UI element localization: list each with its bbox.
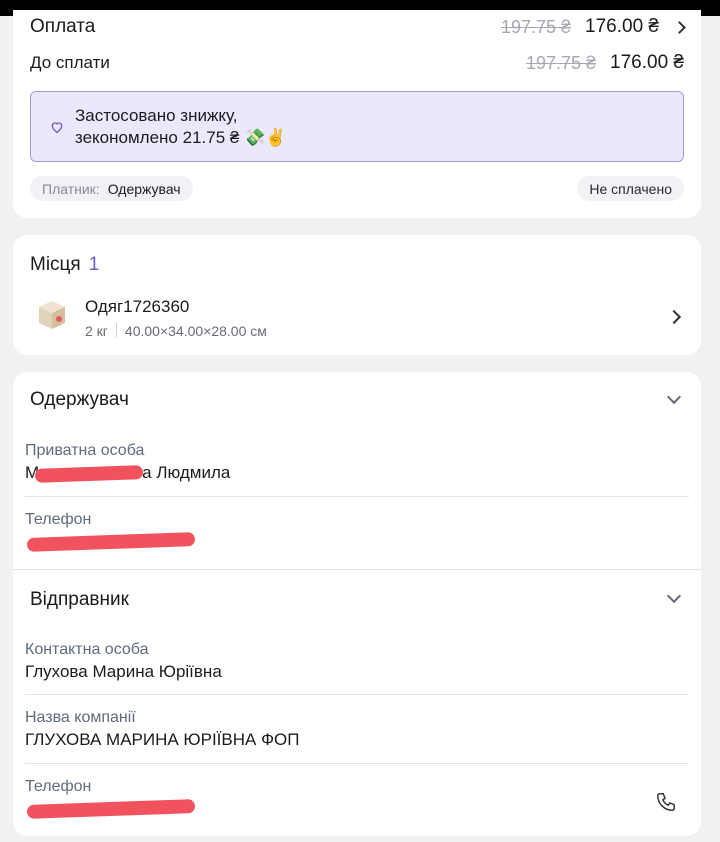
payer-label: Платник: xyxy=(42,180,100,197)
sender-company-label: Назва компанії xyxy=(25,709,136,726)
places-header: Місця 1 xyxy=(30,254,99,276)
heart-icon xyxy=(51,121,63,133)
redaction-mark xyxy=(34,465,144,483)
discount-banner: Застосовано знижку, зекономлено 21.75 ₴ … xyxy=(30,91,684,162)
divider xyxy=(25,694,689,695)
payment-title: Оплата xyxy=(30,16,96,37)
chevron-right-icon[interactable] xyxy=(673,20,686,34)
chevron-down-icon[interactable] xyxy=(666,588,682,604)
recipient-type-label: Приватна особа xyxy=(25,442,145,459)
recipient-phone-field: Телефон xyxy=(25,511,689,552)
due-row: До сплати 197.75 ₴ 176.00 ₴ xyxy=(30,52,684,74)
payment-status-badge: Не сплачено xyxy=(577,176,684,201)
parcel-item[interactable]: Одяг1726360 2 кг 40.00×34.00×28.00 см xyxy=(37,297,267,339)
sender-contact-field: Контактна особа Глухова Марина Юріївна xyxy=(25,641,689,682)
sender-company-value: ГЛУХОВА МАРИНА ЮРІЇВНА ФОП xyxy=(25,730,300,749)
discount-line-1: Застосовано знижку, xyxy=(75,105,238,125)
parcel-dimensions: 40.00×34.00×28.00 см xyxy=(124,323,267,339)
sender-company-field: Назва компанії ГЛУХОВА МАРИНА ЮРІЇВНА ФО… xyxy=(25,709,689,750)
divider xyxy=(25,496,689,497)
meta-divider xyxy=(115,323,117,337)
sender-contact-value: Глухова Марина Юріївна xyxy=(25,662,222,681)
chevron-down-icon[interactable] xyxy=(666,389,682,405)
sender-phone-value xyxy=(25,799,689,819)
recipient-name-visible: а Людмила xyxy=(142,463,231,482)
redaction-mark xyxy=(26,532,196,552)
chevron-right-icon[interactable] xyxy=(666,309,682,325)
recipient-phone-value xyxy=(25,532,689,552)
payment-new-amount: 176.00 ₴ xyxy=(585,16,659,37)
recipient-phone-label: Телефон xyxy=(25,511,92,528)
contacts-card: Одержувач Приватна особа Ма Людмила Теле… xyxy=(13,372,701,836)
due-old-amount: 197.75 ₴ xyxy=(525,52,597,73)
discount-line-2: зекономлено 21.75 ₴ 💸✌️ xyxy=(75,127,287,147)
recipient-person-field: Приватна особа Ма Людмила xyxy=(25,442,689,483)
places-title: Місця xyxy=(30,254,81,275)
divider xyxy=(25,763,689,764)
due-title: До сплати xyxy=(30,53,110,72)
payer-chip: Платник: Одержувач xyxy=(30,176,193,201)
places-count: 1 xyxy=(88,254,100,275)
parcel-name: Одяг1726360 xyxy=(85,297,190,316)
parcel-weight: 2 кг xyxy=(85,323,108,339)
places-card: Місця 1 Одяг1726360 2 кг 40.00×34.00×28.… xyxy=(13,235,701,355)
phone-icon[interactable] xyxy=(655,791,677,813)
sender-phone-field: Телефон xyxy=(25,778,689,819)
payer-value: Одержувач xyxy=(107,180,181,197)
section-divider xyxy=(13,569,701,570)
recipient-title: Одержувач xyxy=(30,389,129,410)
payment-card: Оплата 197.75 ₴ 176.00 ₴ До сплати 197.7… xyxy=(13,10,701,218)
sender-title: Відправник xyxy=(30,589,129,610)
payment-row[interactable]: Оплата 197.75 ₴ 176.00 ₴ xyxy=(30,16,686,38)
redaction-mark xyxy=(26,799,196,819)
parcel-box-icon xyxy=(39,301,65,329)
sender-contact-label: Контактна особа xyxy=(25,641,149,658)
payment-old-amount: 197.75 ₴ xyxy=(500,16,572,37)
due-new-amount: 176.00 ₴ xyxy=(610,52,684,73)
recipient-name: Ма Людмила xyxy=(25,463,689,483)
sender-phone-label: Телефон xyxy=(25,778,92,795)
